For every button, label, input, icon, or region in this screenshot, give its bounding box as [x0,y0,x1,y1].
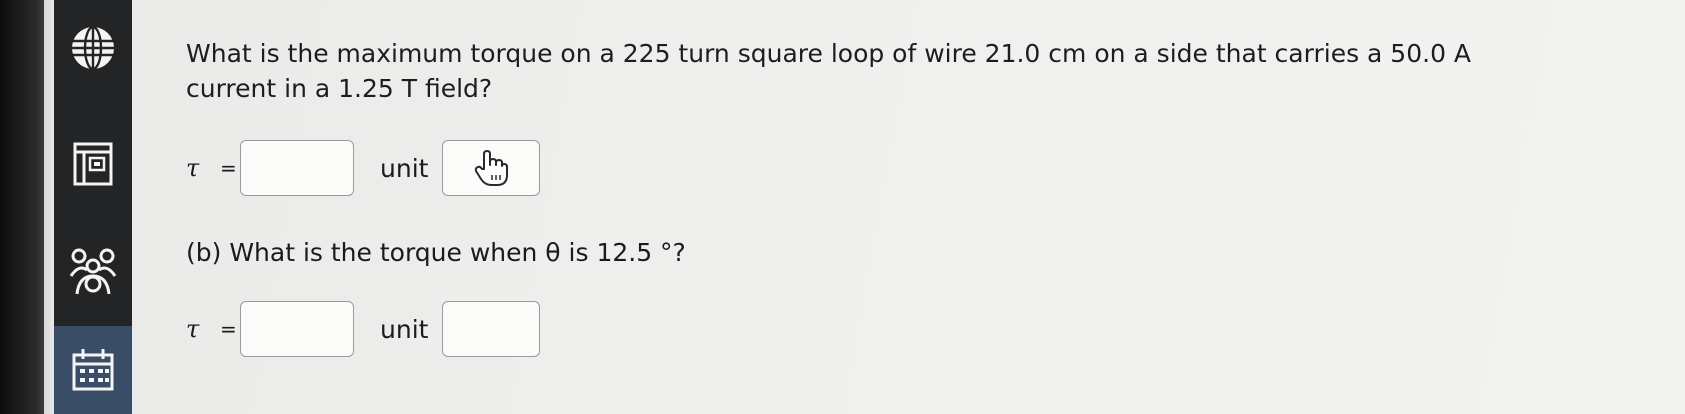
sidebar-item-globe[interactable] [54,22,132,74]
group-icon [69,248,117,295]
sidebar-item-group[interactable] [54,242,132,302]
question-text: What is the maximum torque on a 225 turn… [186,39,1472,103]
torque-symbol: τ [186,154,200,182]
hand-pointer-icon [475,150,509,186]
sidebar [54,0,132,414]
calendar-icon [72,349,114,391]
torque-answer-input-a[interactable] [240,140,354,196]
torque-symbol: τ [186,315,200,343]
ebook-icon [73,142,113,186]
equals-sign: = [220,156,237,180]
globe-icon [72,25,114,71]
unit-select-a[interactable] [442,140,541,196]
screen-edge [44,0,54,414]
question-panel: What is the maximum torque on a 225 turn… [186,0,1685,414]
torque-answer-input-b[interactable] [240,301,354,357]
sidebar-item-ebook[interactable] [54,138,132,190]
screen-bezel [0,0,44,414]
unit-label: unit [380,314,429,344]
sidebar-item-calendar[interactable] [54,326,132,414]
sub-question-text: (b) What is the torque when θ is 12.5 °? [186,238,686,267]
answer-row-a: τ = unit [186,140,541,196]
unit-select-b[interactable] [442,301,541,357]
unit-label: unit [380,153,429,183]
equals-sign: = [220,317,237,341]
answer-row-b: τ = unit [186,301,541,357]
